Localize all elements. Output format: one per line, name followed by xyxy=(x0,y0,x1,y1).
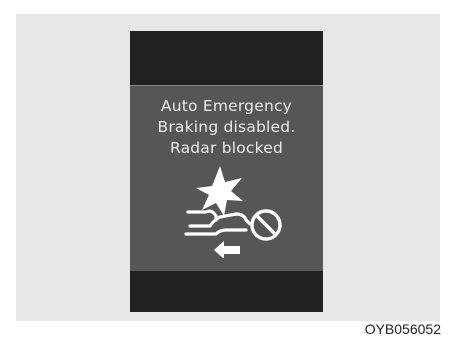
warning-line-3: Radar blocked xyxy=(169,139,284,157)
aeb-radar-blocked-icon xyxy=(184,166,282,258)
warning-line-1: Auto Emergency xyxy=(160,97,293,115)
car-silhouette-bottom xyxy=(184,228,248,236)
warning-message-panel: Auto Emergency Braking disabled. Radar b… xyxy=(130,85,323,272)
warning-line-2: Braking disabled. xyxy=(157,118,296,136)
warning-message: Auto Emergency Braking disabled. Radar b… xyxy=(130,96,323,159)
left-arrow-icon xyxy=(214,241,240,258)
display-top-band xyxy=(130,31,323,84)
collision-star-icon xyxy=(196,166,243,216)
display-bottom-band xyxy=(130,271,323,312)
instrument-cluster-display: Auto Emergency Braking disabled. Radar b… xyxy=(130,31,323,312)
figure-code: OYB056052 xyxy=(364,321,441,337)
car-silhouette-back xyxy=(186,209,218,222)
prohibited-icon xyxy=(250,209,282,241)
car-silhouette-front xyxy=(188,212,252,228)
